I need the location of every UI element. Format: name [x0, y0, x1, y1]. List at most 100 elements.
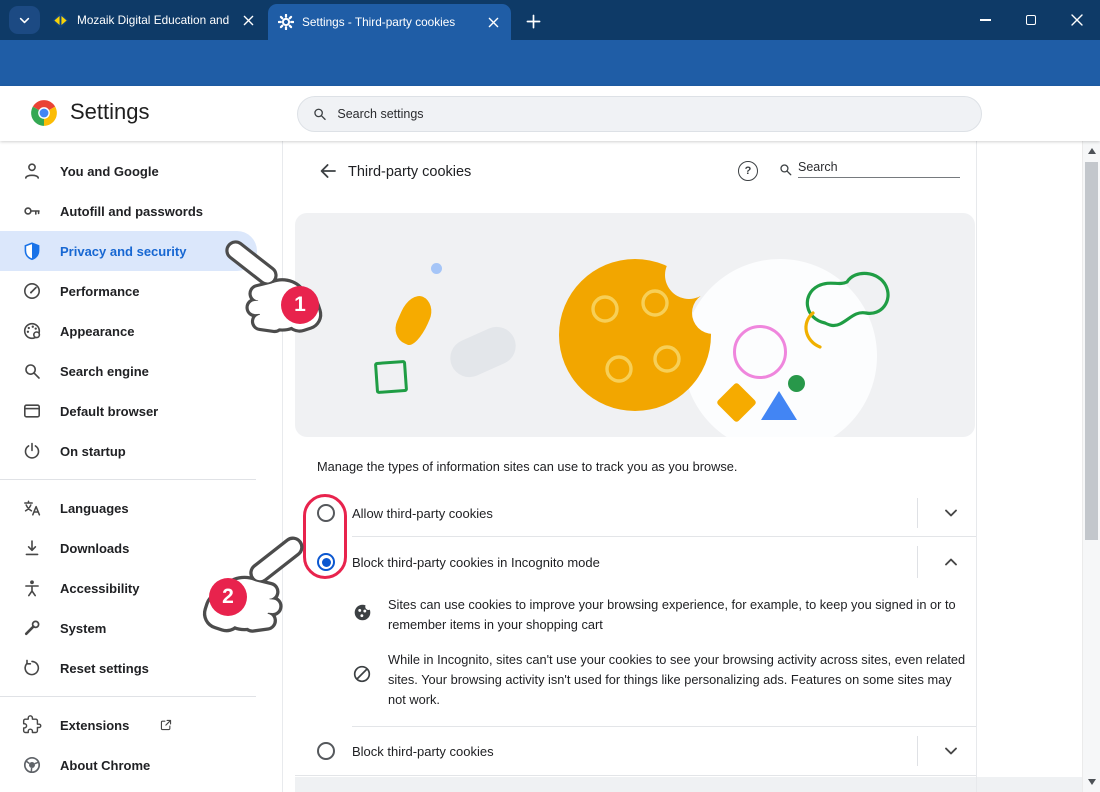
settings-search-input[interactable] [337, 107, 967, 121]
settings-header: Settings [0, 86, 1100, 141]
browser-toolbar: Chrome chrome://settings/cookies [0, 40, 1100, 86]
sidebar-item-autofill[interactable]: Autofill and passwords [0, 191, 257, 231]
magnifier-icon [22, 361, 42, 381]
cookie-icon [353, 603, 372, 622]
restore-icon [22, 658, 42, 678]
incognito-description-blocking: While in Incognito, sites can't use your… [352, 650, 966, 710]
person-icon [22, 161, 42, 181]
chevron-up-icon[interactable] [941, 552, 961, 572]
sidebar-item-about-chrome[interactable]: About Chrome [0, 745, 257, 785]
chevron-down-icon[interactable] [941, 741, 961, 761]
banner-blue-dot [431, 263, 442, 274]
chrome-logo [30, 99, 58, 127]
row-separator [917, 498, 918, 528]
scroll-up-button[interactable] [1083, 143, 1100, 159]
sidebar-item-label: Performance [60, 284, 139, 299]
banner-blue-triangle [761, 391, 797, 420]
settings-search[interactable] [297, 96, 982, 132]
sidebar-item-label: You and Google [60, 164, 159, 179]
sidebar-item-label: Appearance [60, 324, 134, 339]
sidebar-item-privacy-and-security[interactable]: Privacy and security [0, 231, 257, 271]
tab-mozaik[interactable]: Mozaik Digital Education and Le [42, 0, 266, 40]
page-title: Settings [70, 99, 150, 125]
tab-close-icon[interactable] [240, 12, 256, 28]
content-search[interactable] [778, 160, 960, 178]
option-label: Allow third-party cookies [352, 506, 493, 521]
sidebar-item-label: Reset settings [60, 661, 149, 676]
sidebar-item-label: Privacy and security [60, 244, 186, 259]
manage-description: Manage the types of information sites ca… [317, 459, 967, 474]
new-tab-button[interactable] [522, 10, 544, 32]
triangle-down-icon [1088, 779, 1096, 785]
sidebar-item-extensions[interactable]: Extensions [0, 705, 257, 745]
sidebar-item-appearance[interactable]: Appearance [0, 311, 257, 351]
tab-title: Settings - Third-party cookies [302, 15, 477, 29]
maximize-button[interactable] [1008, 0, 1054, 40]
accessibility-icon [22, 578, 42, 598]
content-title: Third-party cookies [348, 164, 471, 180]
tab-close-icon[interactable] [485, 14, 501, 30]
help-button[interactable]: ? [738, 161, 758, 181]
tab-search-button[interactable] [9, 6, 40, 34]
banner-green-square [374, 360, 408, 394]
content-search-input[interactable] [798, 160, 960, 178]
sidebar-item-label: Downloads [60, 541, 129, 556]
chevron-down-icon[interactable] [941, 503, 961, 523]
banner-green-bean-outline [793, 265, 901, 357]
option-label: Block third-party cookies [352, 744, 494, 759]
step-badge-1: 1 [281, 286, 319, 324]
banner-green-dot [788, 375, 805, 392]
option-block-incognito[interactable]: Block third-party cookies in Incognito m… [295, 537, 976, 587]
sidebar-item-on-startup[interactable]: On startup [0, 431, 257, 471]
wrench-icon [22, 618, 42, 638]
row-separator [917, 736, 918, 766]
tab-title: Mozaik Digital Education and Le [77, 13, 232, 27]
scroll-down-button[interactable] [1083, 774, 1100, 790]
close-button[interactable] [1054, 0, 1100, 40]
help-icon: ? [745, 165, 752, 177]
description-text: Sites can use cookies to improve your br… [388, 595, 966, 635]
sidebar-item-you-and-google[interactable]: You and Google [0, 151, 257, 191]
option-label: Block third-party cookies in Incognito m… [352, 555, 600, 570]
tab-settings[interactable]: Settings - Third-party cookies [268, 4, 511, 40]
annotation-highlight-rect [303, 494, 347, 579]
sidebar-item-languages[interactable]: Languages [0, 488, 257, 528]
browser-window-icon [22, 401, 42, 421]
page-scrollbar[interactable] [1082, 141, 1100, 792]
radio-block-all[interactable] [317, 742, 335, 760]
triangle-up-icon [1088, 148, 1096, 154]
blocked-icon [352, 664, 372, 684]
plus-icon [526, 14, 541, 29]
window-controls [962, 0, 1100, 40]
description-text: While in Incognito, sites can't use your… [388, 650, 966, 710]
sidebar-item-default-browser[interactable]: Default browser [0, 391, 257, 431]
scrollbar-thumb[interactable] [1085, 162, 1098, 540]
back-arrow-button[interactable] [318, 161, 338, 181]
browser-window: Mozaik Digital Education and Le Settings… [0, 0, 1100, 792]
option-block-third-party-cookies[interactable]: Block third-party cookies [295, 727, 976, 776]
minimize-icon [980, 19, 991, 21]
sidebar-divider [0, 696, 256, 697]
key-icon [22, 201, 42, 221]
cookie-illustration [553, 247, 723, 417]
chevron-down-icon [18, 14, 31, 27]
maximize-icon [1026, 15, 1036, 25]
banner-gray-pill [444, 321, 522, 383]
banner-pink-circle [733, 325, 787, 379]
search-icon [312, 106, 327, 122]
sidebar-item-label: System [60, 621, 106, 636]
sidebar-item-label: Extensions [60, 718, 129, 733]
puzzle-icon [22, 715, 42, 735]
download-icon [22, 538, 42, 558]
tab-strip: Mozaik Digital Education and Le Settings… [0, 0, 1100, 40]
sidebar-item-search-engine[interactable]: Search engine [0, 351, 257, 391]
power-icon [22, 441, 42, 461]
sidebar-item-performance[interactable]: Performance [0, 271, 257, 311]
sidebar-item-reset-settings[interactable]: Reset settings [0, 648, 257, 688]
sidebar-item-label: Default browser [60, 404, 158, 419]
minimize-button[interactable] [962, 0, 1008, 40]
search-icon [778, 162, 793, 177]
translate-icon [22, 498, 42, 518]
sidebar-item-label: About Chrome [60, 758, 150, 773]
option-allow-third-party-cookies[interactable]: Allow third-party cookies [295, 489, 976, 537]
